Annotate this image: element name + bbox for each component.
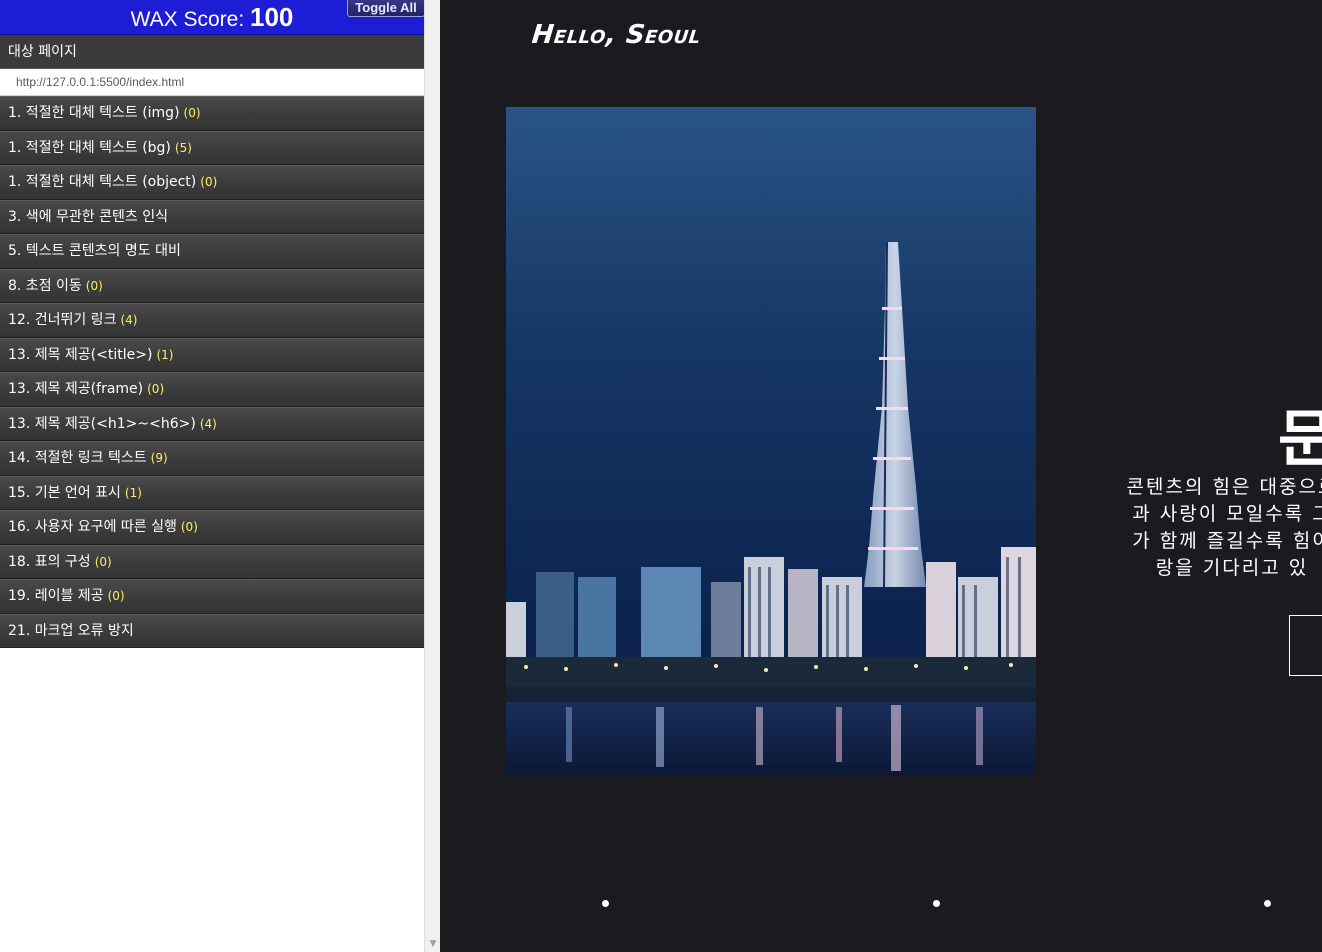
wax-score-header: WAX Score: 100 Toggle All bbox=[0, 0, 424, 35]
wax-check-label: 21. 마크업 오류 방지 bbox=[8, 622, 134, 639]
wax-check-count: (0) bbox=[180, 520, 198, 534]
wax-check-item[interactable]: 19. 레이블 제공 (0) bbox=[0, 579, 424, 614]
wax-check-label: 15. 기본 언어 표시 bbox=[8, 484, 121, 501]
slide-description: 콘텐츠의 힘은 대중으로 과 사랑이 모일수록 그 가 함께 즐길수록 힘이 랑… bbox=[1102, 474, 1322, 582]
wax-check-count: (4) bbox=[120, 313, 138, 327]
wax-check-item[interactable]: 13. 제목 제공(frame) (0) bbox=[0, 372, 424, 407]
wax-check-count: (0) bbox=[183, 106, 201, 120]
wax-check-item[interactable]: 5. 텍스트 콘텐츠의 명도 대비 bbox=[0, 234, 424, 269]
slide-dot-2[interactable] bbox=[933, 900, 940, 907]
slide-dot-1[interactable] bbox=[602, 900, 609, 907]
slide-text-line: 콘텐츠의 힘은 대중으로 bbox=[1126, 476, 1322, 498]
wax-check-label: 13. 제목 제공(<h1>~<h6>) bbox=[8, 415, 196, 432]
vertical-scrollbar[interactable]: ▼ bbox=[424, 0, 440, 952]
wax-check-item[interactable]: 12. 건너뛰기 링크 (4) bbox=[0, 303, 424, 338]
wax-check-count: (0) bbox=[85, 278, 103, 293]
wax-check-label: 12. 건너뛰기 링크 bbox=[8, 312, 117, 328]
wax-check-count: (0) bbox=[94, 554, 112, 569]
wax-check-item[interactable]: 13. 제목 제공(<title>) (1) bbox=[0, 337, 424, 372]
wax-check-item[interactable]: 13. 제목 제공(<h1>~<h6>) (4) bbox=[0, 406, 424, 441]
toggle-all-button[interactable]: Toggle All bbox=[347, 0, 424, 17]
slide-title: 문 bbox=[1278, 402, 1322, 475]
scroll-down-arrow-icon[interactable]: ▼ bbox=[425, 936, 441, 952]
wax-panel: WAX Score: 100 Toggle All 대상 페이지 http://… bbox=[0, 0, 424, 952]
wax-check-count: (1) bbox=[124, 485, 142, 500]
wax-check-item[interactable]: 14. 적절한 링크 텍스트 (9) bbox=[0, 441, 424, 476]
wax-check-item[interactable]: 3. 색에 무관한 콘텐츠 인식 bbox=[0, 199, 424, 234]
wax-check-item[interactable]: 8. 초점 이동 (0) bbox=[0, 268, 424, 303]
wax-check-item[interactable]: 15. 기본 언어 표시 (1) bbox=[0, 475, 424, 510]
target-page-url: http://127.0.0.1:5500/index.html bbox=[0, 69, 424, 96]
slide-text-line: 가 함께 즐길수록 힘이 bbox=[1132, 530, 1322, 552]
wax-check-label: 19. 레이블 제공 bbox=[8, 588, 104, 604]
wax-check-count: (9) bbox=[150, 451, 168, 465]
site-logo[interactable]: Hello, Seoul bbox=[530, 20, 702, 50]
wax-check-label: 1. 적절한 대체 텍스트 (object) bbox=[8, 174, 197, 190]
wax-check-label: 13. 제목 제공(<title>) bbox=[8, 346, 153, 363]
wax-check-item[interactable]: 21. 마크업 오류 방지 bbox=[0, 613, 424, 648]
wax-check-label: 1. 적절한 대체 텍스트 (img) bbox=[8, 105, 180, 121]
wax-check-label: 3. 색에 무관한 콘텐츠 인식 bbox=[8, 208, 168, 225]
wax-check-item[interactable]: 1. 적절한 대체 텍스트 (bg) (5) bbox=[0, 130, 424, 165]
slide-dot-3[interactable] bbox=[1264, 900, 1271, 907]
wax-check-item[interactable]: 18. 표의 구성 (0) bbox=[0, 544, 424, 579]
wax-check-item[interactable]: 1. 적절한 대체 텍스트 (img) (0) bbox=[0, 96, 424, 131]
wax-check-count: (0) bbox=[147, 382, 165, 396]
wax-check-item[interactable]: 16. 사용자 요구에 따른 실행 (0) bbox=[0, 510, 424, 545]
wax-score-value: 100 bbox=[250, 2, 294, 32]
wax-check-label: 13. 제목 제공(frame) bbox=[8, 381, 144, 397]
target-page-label[interactable]: 대상 페이지 bbox=[0, 35, 424, 69]
slide-more-button[interactable] bbox=[1289, 615, 1322, 676]
wax-check-label: 14. 적절한 링크 텍스트 bbox=[8, 450, 147, 466]
seoul-night-skyline-image bbox=[506, 107, 1036, 776]
wax-item-list: 1. 적절한 대체 텍스트 (img) (0) 1. 적절한 대체 텍스트 (bg)… bbox=[0, 96, 424, 648]
slide-text-line: 랑을 기다리고 있 bbox=[1155, 557, 1309, 579]
wax-check-count: (1) bbox=[156, 347, 174, 362]
slide-text-line: 과 사랑이 모일수록 그 bbox=[1132, 503, 1322, 525]
wax-check-label: 8. 초점 이동 bbox=[8, 277, 82, 294]
wax-check-label: 1. 적절한 대체 텍스트 (bg) bbox=[8, 139, 171, 156]
wax-score-label: WAX Score: bbox=[130, 8, 245, 31]
scroll-up-arrow-icon[interactable] bbox=[425, 0, 441, 16]
wax-check-item[interactable]: 1. 적절한 대체 텍스트 (object) (0) bbox=[0, 165, 424, 200]
wax-check-count: (0) bbox=[200, 175, 218, 189]
wax-check-label: 16. 사용자 요구에 따른 실행 bbox=[8, 519, 177, 535]
wax-check-label: 18. 표의 구성 bbox=[8, 553, 91, 570]
wax-check-count: (0) bbox=[107, 589, 125, 603]
wax-check-label: 5. 텍스트 콘텐츠의 명도 대비 bbox=[8, 243, 181, 259]
wax-check-count: (5) bbox=[174, 140, 192, 155]
page-preview: Hello, Seoul 문 콘텐츠의 힘은 대중으로 과 사랑이 모일수록 그… bbox=[440, 0, 1322, 952]
wax-check-count: (4) bbox=[199, 416, 217, 431]
